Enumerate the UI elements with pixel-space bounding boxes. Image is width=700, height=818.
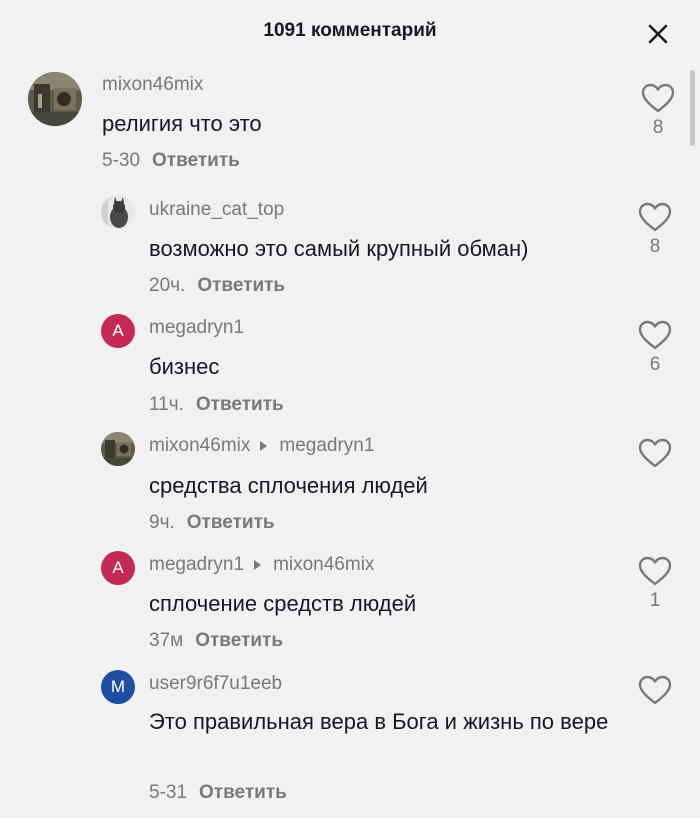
heart-icon[interactable] bbox=[638, 202, 672, 232]
reply-arrow-icon bbox=[260, 441, 268, 451]
reply-button[interactable]: Ответить bbox=[195, 630, 283, 651]
comment-time: 5-30 bbox=[102, 150, 141, 171]
avatar[interactable]: A bbox=[101, 314, 135, 348]
username[interactable]: megadryn1 bbox=[149, 554, 244, 576]
like-count: 8 bbox=[649, 236, 661, 257]
reply-to-username[interactable]: megadryn1 bbox=[279, 435, 374, 457]
comment-time: 5-31 bbox=[149, 782, 188, 803]
like-count: 8 bbox=[652, 117, 664, 138]
like-control: 8 bbox=[638, 83, 678, 139]
avatar[interactable]: A bbox=[101, 551, 135, 585]
heart-icon[interactable] bbox=[638, 320, 672, 350]
like-count bbox=[635, 709, 675, 731]
heart-icon[interactable] bbox=[638, 675, 672, 705]
comment-username[interactable]: ukraine_cat_top bbox=[149, 199, 284, 221]
comment-time: 9ч. bbox=[149, 512, 175, 533]
avatar[interactable] bbox=[101, 432, 135, 466]
comment-meta: 9ч. Ответить bbox=[149, 512, 275, 534]
comment-username[interactable]: megadryn1 bbox=[149, 317, 244, 339]
reply-button[interactable]: Ответить bbox=[196, 394, 284, 415]
heart-icon[interactable] bbox=[638, 556, 672, 586]
reply-button[interactable]: Ответить bbox=[187, 512, 275, 533]
username[interactable]: ukraine_cat_top bbox=[149, 199, 284, 221]
avatar-letter: A bbox=[112, 558, 124, 577]
username[interactable]: megadryn1 bbox=[149, 317, 244, 339]
scrollbar[interactable] bbox=[690, 70, 695, 146]
like-control: 1 bbox=[635, 556, 675, 612]
avatar[interactable] bbox=[101, 195, 135, 229]
comment-text: средства сплочения людей bbox=[149, 473, 428, 498]
comment-username[interactable]: megadryn1 mixon46mix bbox=[149, 554, 374, 576]
reply-arrow-icon bbox=[254, 560, 262, 570]
heart-icon[interactable] bbox=[638, 438, 672, 468]
comments-header: 1091 комментарий bbox=[0, 0, 700, 66]
comments-sheet: 1091 комментарий mixon46mix религия что … bbox=[0, 0, 700, 818]
heart-icon[interactable] bbox=[641, 83, 675, 113]
like-control bbox=[635, 438, 675, 494]
reply-to-username[interactable]: mixon46mix bbox=[273, 554, 374, 576]
comment-text: Это правильная вера в Бога и жизнь по ве… bbox=[149, 709, 609, 734]
avatar[interactable]: M bbox=[101, 670, 135, 704]
comment-text: религия что это bbox=[102, 111, 262, 136]
comment-username[interactable]: mixon46mix megadryn1 bbox=[149, 435, 374, 457]
like-control: 6 bbox=[635, 320, 675, 376]
comment-meta: 37м Ответить bbox=[149, 630, 283, 652]
comment-time: 37м bbox=[149, 630, 184, 651]
reply-button[interactable]: Ответить bbox=[197, 275, 285, 296]
username[interactable]: mixon46mix bbox=[102, 74, 203, 96]
comment-time: 20ч. bbox=[149, 275, 186, 296]
comment-meta: 5-31 Ответить bbox=[149, 782, 287, 804]
close-icon[interactable] bbox=[646, 22, 670, 46]
reply-button[interactable]: Ответить bbox=[152, 150, 240, 171]
avatar-letter: M bbox=[110, 677, 126, 696]
like-control bbox=[635, 675, 675, 731]
comment-text: бизнес bbox=[149, 354, 220, 379]
avatar-letter: A bbox=[112, 321, 124, 340]
reply-button[interactable]: Ответить bbox=[199, 782, 287, 803]
comment-username[interactable]: mixon46mix bbox=[102, 74, 203, 96]
comment-meta: 5-30 Ответить bbox=[102, 150, 240, 172]
comment-meta: 20ч. Ответить bbox=[149, 275, 285, 297]
username[interactable]: user9r6f7u1eeb bbox=[149, 673, 282, 695]
like-count bbox=[635, 472, 675, 494]
like-count: 6 bbox=[649, 354, 661, 375]
comment-text: возможно это самый крупный обман) bbox=[149, 236, 529, 261]
comment-time: 11ч. bbox=[149, 394, 184, 415]
comment-meta: 11ч. Ответить bbox=[149, 394, 284, 416]
comment-text: сплочение средств людей bbox=[149, 591, 417, 616]
comment-username[interactable]: user9r6f7u1eeb bbox=[149, 673, 282, 695]
like-control: 8 bbox=[635, 202, 675, 258]
avatar[interactable] bbox=[28, 72, 82, 126]
comments-count-title: 1091 комментарий bbox=[263, 20, 437, 41]
username[interactable]: mixon46mix bbox=[149, 435, 250, 457]
like-count: 1 bbox=[649, 590, 661, 611]
